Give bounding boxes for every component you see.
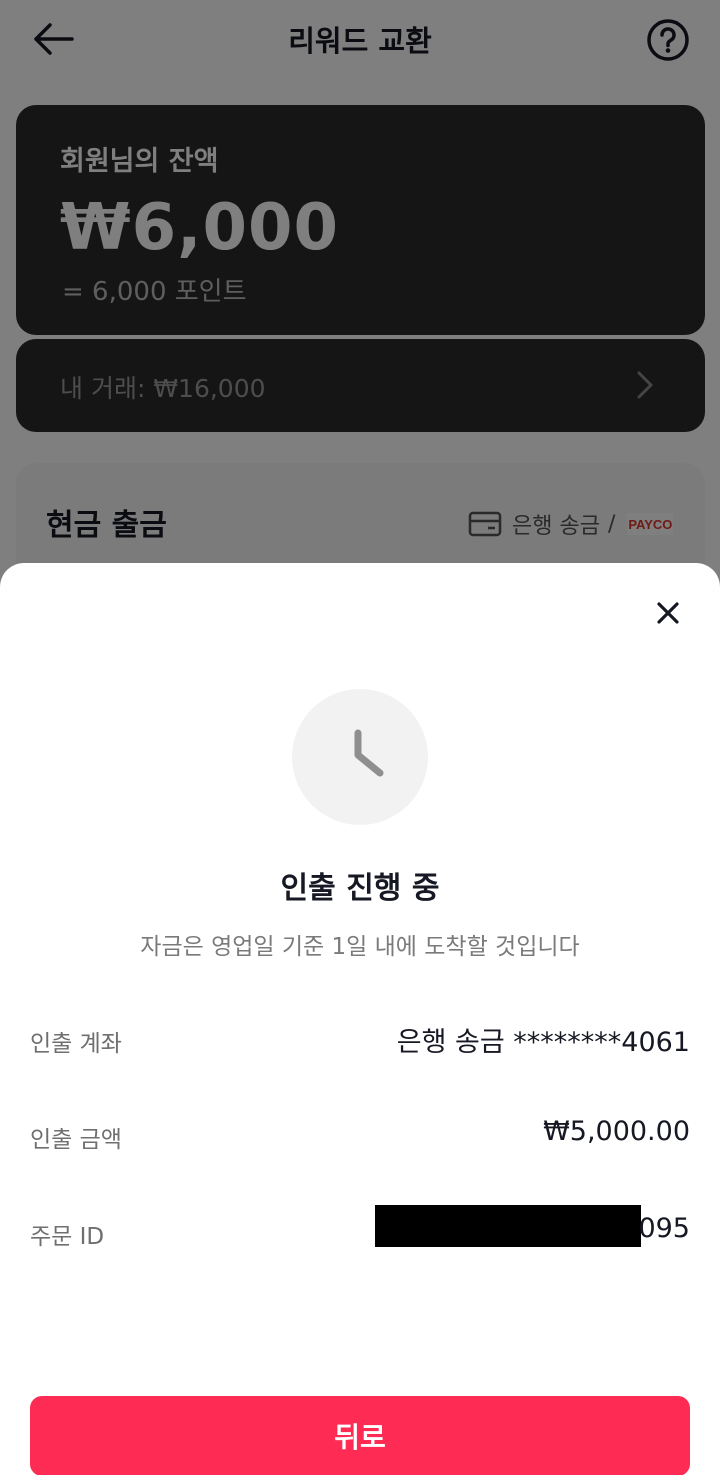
withdrawal-status-sheet: 인출 진행 중 자금은 영업일 기준 1일 내에 도착할 것입니다 인출 계좌 … — [0, 563, 720, 1475]
reward-exchange-screen: 리워드 교환 회원님의 잔액 ₩6,000 = 6,000 포인트 내 거래: … — [0, 0, 720, 1475]
account-label: 인출 계좌 — [30, 1031, 122, 1057]
detail-row-account: 인출 계좌 은행 송금 ********4061 — [30, 1020, 690, 1060]
close-button[interactable] — [648, 593, 688, 633]
account-value: 은행 송금 ********4061 — [396, 1027, 690, 1058]
redaction-bar — [375, 1205, 641, 1247]
detail-row-order-id: 주문 ID 095 — [30, 1205, 690, 1253]
status-title: 인출 진행 중 — [280, 871, 440, 906]
amount-value: ₩5,000.00 — [543, 1116, 690, 1147]
status-description: 자금은 영업일 기준 1일 내에 도착할 것입니다 — [140, 934, 580, 960]
order-id-value: 095 — [638, 1213, 690, 1244]
close-icon — [657, 602, 679, 624]
amount-label: 인출 금액 — [30, 1127, 122, 1153]
back-button[interactable]: 뒤로 — [30, 1396, 690, 1475]
order-id-label: 주문 ID — [30, 1224, 105, 1250]
status-icon-circle — [292, 689, 428, 825]
detail-row-amount: 인출 금액 ₩5,000.00 — [30, 1116, 690, 1156]
clock-icon — [354, 729, 384, 777]
